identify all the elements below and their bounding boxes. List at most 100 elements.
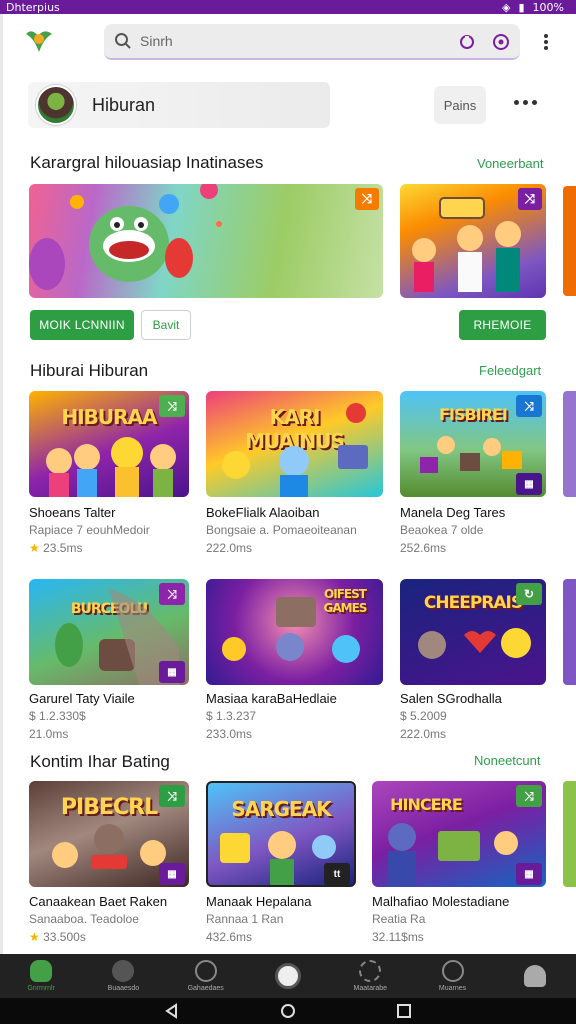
game-card[interactable]: OIFEST GAMES Masiaa karaBaHedlaie $ 1.3.… [206, 579, 383, 749]
overflow-menu-icon[interactable] [538, 32, 554, 52]
section-link[interactable]: Voneerbant [477, 156, 544, 171]
nav-item-home[interactable]: Gnrmrnlr [9, 960, 73, 992]
game-title: BokeFlialk Alaoiban [206, 505, 320, 520]
signal-icon: ▮ [518, 0, 525, 14]
game-title: Manaak Hepalana [206, 894, 312, 909]
game-size: 222.0ms [400, 727, 447, 741]
game-card[interactable]: KARI MUAINUS BokeFlialk Alaoiban Bongsai… [206, 391, 383, 561]
chat-icon [112, 960, 135, 982]
game-card[interactable]: CHEEPRAIS ↻ Salen SGrodhalla $ 5.2009 22… [400, 579, 546, 749]
section-link[interactable]: Noneetcunt [474, 753, 541, 768]
shuffle-icon[interactable]: ⤨ [518, 188, 542, 210]
page-title: Hiburan [92, 94, 156, 115]
game-card[interactable]: HINCERE ⤨ ▦ Malhafiao Molestadiane Reati… [372, 781, 546, 951]
game-title: Masiaa karaBaHedlaie [206, 691, 337, 706]
nav-item-favorites[interactable]: Muarnes [421, 960, 485, 992]
battery-text: 100% [532, 0, 564, 14]
center-icon [274, 963, 301, 989]
peek-card [563, 391, 576, 497]
game-subtitle: Beaokea 7 olde [400, 523, 484, 537]
home-icon [30, 960, 53, 982]
avatar [36, 85, 76, 125]
nav-label: Maatarabe [353, 985, 387, 992]
peek-card [563, 781, 576, 887]
game-card[interactable]: SARGEAK tt Manaak Hepalana Rannaa 1 Ran … [206, 781, 356, 951]
nav-item-profile[interactable] [503, 965, 567, 987]
game-title: Shoeans Talter [29, 505, 116, 520]
game-subtitle: Reatia Ra [372, 912, 426, 926]
game-title: Manela Deg Tares [400, 505, 506, 520]
game-subtitle: $ 1.2.330$ [29, 709, 86, 723]
game-subtitle: Rannaa 1 Ran [206, 912, 284, 926]
star-icon: ★ [29, 541, 40, 555]
game-title: Salen SGrodhalla [400, 691, 502, 706]
shuffle-icon[interactable]: ⤨ [159, 395, 185, 417]
game-card[interactable]: HIBURAA ⤨ Shoeans Talter Rapiace 7 eouhM… [29, 391, 189, 561]
game-subtitle: Rapiace 7 eouhMedoir [29, 523, 150, 537]
game-meta: ★ 33.500s [29, 930, 86, 944]
header-action-button[interactable]: Pains [434, 86, 486, 124]
shuffle-icon[interactable]: ⤨ [159, 583, 185, 605]
back-icon[interactable] [164, 1003, 180, 1019]
section-link[interactable]: Feleedgart [479, 363, 541, 378]
nav-label: Muarnes [438, 985, 467, 992]
game-card[interactable]: BURCEOLU ⤨ ▦ Garurel Taty Viaile $ 1.2.3… [29, 579, 189, 749]
game-title: Canaakean Baet Raken [29, 894, 168, 909]
gamepad-icon [194, 960, 217, 982]
game-size: 33.500s [43, 930, 86, 944]
game-artwork [222, 597, 360, 663]
game-subtitle: Bongsaie a. Pomaeoiteanan [206, 523, 357, 537]
voice-icon[interactable] [458, 33, 476, 51]
featured-side-banner[interactable]: ⤨ [400, 184, 546, 298]
game-title: Malhafiao Molestadiane [372, 894, 510, 909]
peek-card [563, 579, 576, 685]
grid-icon[interactable]: ▦ [159, 863, 185, 885]
system-nav-bar [0, 998, 576, 1024]
app-logo-icon [26, 31, 52, 52]
game-size: 222.0ms [206, 541, 253, 555]
side-action-button[interactable]: RHEMOIE [459, 310, 546, 340]
star-icon: ★ [29, 930, 40, 944]
game-title: Garurel Taty Viaile [29, 691, 135, 706]
nav-label: Buaaesdo [107, 985, 140, 992]
wifi-icon: ◈ [502, 0, 511, 14]
section-title: Hiburai Hiburan [30, 361, 149, 380]
grid-icon[interactable]: ▦ [516, 863, 542, 885]
more-options-icon[interactable] [514, 100, 537, 105]
shuffle-icon[interactable]: ⤨ [159, 785, 185, 807]
game-card[interactable]: FISBIREI ⤨ ▦ Manela Deg Tares Beaokea 7 … [400, 391, 546, 561]
recents-icon[interactable] [396, 1003, 412, 1019]
profile-icon [523, 965, 546, 987]
nav-item-games[interactable]: Gahaedaes [174, 960, 238, 992]
game-size: 432.6ms [206, 930, 253, 944]
shuffle-icon[interactable]: ⤨ [516, 395, 542, 417]
heart-icon [441, 960, 464, 982]
home-button-icon[interactable] [280, 1003, 296, 1019]
scan-icon[interactable] [492, 33, 510, 51]
game-size: 23.5ms [43, 541, 83, 555]
refresh-icon[interactable]: ↻ [516, 583, 542, 605]
shuffle-icon[interactable]: ⤨ [355, 188, 379, 210]
featured-banner[interactable]: ⤨ [29, 184, 383, 298]
category-header: Hiburan [28, 82, 330, 128]
game-size: 32.11$ms [372, 930, 424, 944]
section-title: Karargral hilouasiap Inatinases [30, 153, 264, 172]
search-bar[interactable]: Sinrh [104, 24, 520, 60]
game-subtitle: $ 5.2009 [400, 709, 447, 723]
primary-action-button[interactable]: MOIK LCNNIIN [30, 310, 134, 340]
nav-item-chat[interactable]: Buaaesdo [91, 960, 155, 992]
top-bar: Sinrh [0, 14, 576, 70]
grid-icon[interactable]: tt [324, 863, 350, 885]
nav-item-center[interactable] [256, 963, 320, 989]
nav-label: Gnrmrnlr [27, 985, 55, 992]
grid-icon[interactable]: ▦ [516, 473, 542, 495]
nav-item-gift[interactable]: Maatarabe [338, 960, 402, 992]
secondary-action-button[interactable]: Bavit [141, 310, 191, 340]
game-size: 233.0ms [206, 727, 253, 741]
search-input[interactable]: Sinrh [140, 33, 173, 49]
grid-icon[interactable]: ▦ [159, 661, 185, 683]
shuffle-icon[interactable]: ⤨ [516, 785, 542, 807]
game-meta: ★ 23.5ms [29, 541, 82, 555]
search-icon [115, 33, 131, 49]
game-card[interactable]: PIBECRL ⤨ ▦ Canaakean Baet Raken Sanaabo… [29, 781, 189, 951]
